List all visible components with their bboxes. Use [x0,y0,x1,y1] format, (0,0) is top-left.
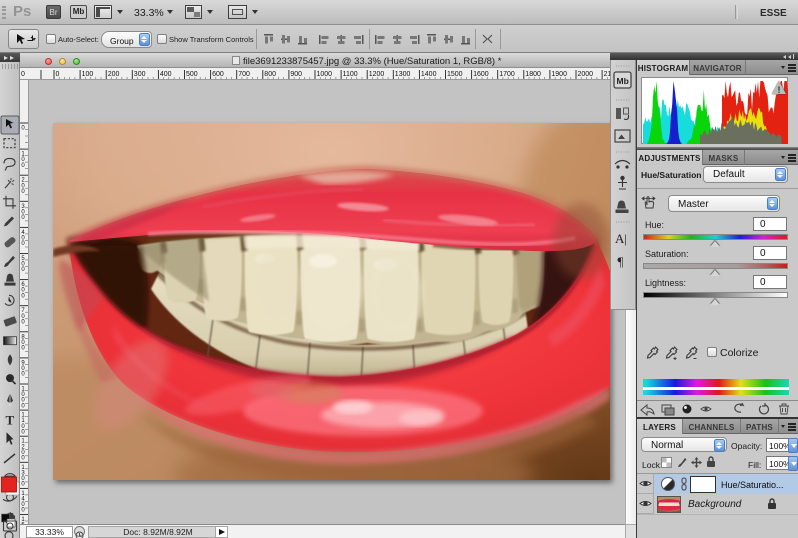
svg-text:1900: 1900 [551,71,567,78]
svg-text:¶: ¶ [618,254,624,269]
svg-text:2000: 2000 [578,71,594,78]
svg-text:100: 100 [82,71,94,78]
svg-text:1500: 1500 [447,71,463,78]
svg-text:900: 900 [290,71,302,78]
svg-text:500: 500 [186,71,198,78]
svg-text:200: 200 [108,71,120,78]
svg-text:A|: A| [615,231,627,246]
svg-text:0: 0 [21,71,25,78]
svg-text:1800: 1800 [525,71,541,78]
svg-text:700: 700 [238,71,250,78]
svg-text:Mb: Mb [617,76,629,86]
svg-text:600: 600 [212,71,224,78]
svg-text:400: 400 [160,71,172,78]
svg-text:1100: 1100 [343,71,358,78]
svg-text:800: 800 [264,71,276,78]
svg-text:T: T [6,413,15,428]
svg-text:1700: 1700 [499,71,515,78]
svg-text:1300: 1300 [395,71,411,78]
svg-text:300: 300 [134,71,146,78]
svg-text:0: 0 [56,71,60,78]
svg-text:1200: 1200 [369,71,385,78]
svg-text:1000: 1000 [317,71,333,78]
svg-text:1400: 1400 [421,71,437,78]
svg-text:1600: 1600 [473,71,489,78]
